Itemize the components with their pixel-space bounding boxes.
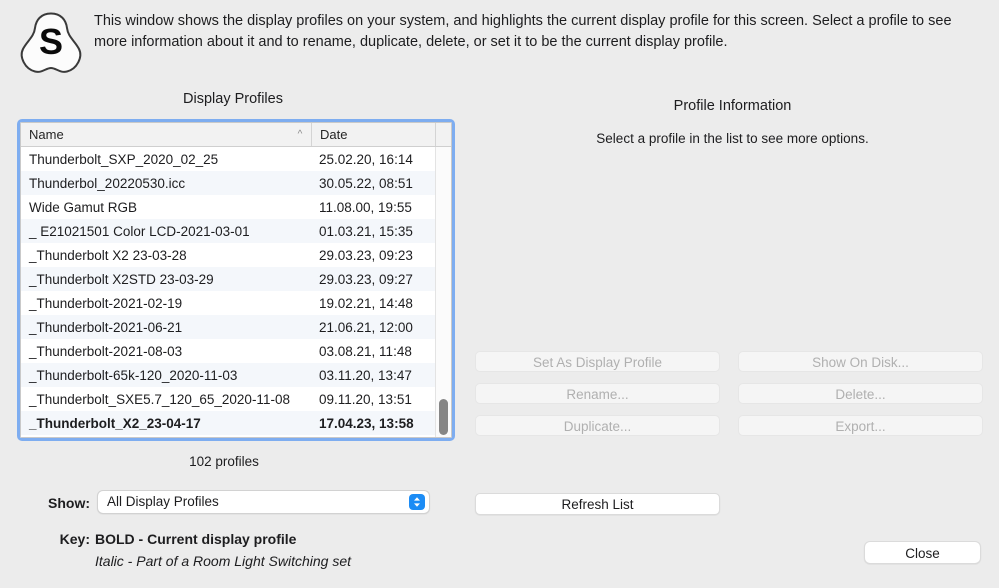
profile-date-cell: 29.03.23, 09:27 [319,271,413,287]
app-icon: S [17,11,85,77]
profile-name-cell: _Thunderbolt X2STD 23-03-29 [29,271,214,287]
scrollbar-thumb[interactable] [439,399,448,435]
table-row[interactable]: _Thunderbolt-2021-02-19 19.02.21, 14:48 [21,291,451,315]
profile-name-cell: _Thunderbolt X2 23-03-28 [29,247,187,263]
refresh-list-button[interactable]: Refresh List [475,493,720,515]
profile-name-cell: _Thunderbolt_SXE5.7_120_65_2020-11-08 [29,391,290,407]
profile-date-cell: 01.03.21, 15:35 [319,223,413,239]
profile-info-empty-message: Select a profile in the list to see more… [596,131,869,146]
profile-name-cell: _Thunderbolt-2021-08-03 [29,343,183,359]
show-label: Show: [48,495,90,511]
profile-date-cell: 03.11.20, 13:47 [319,367,412,383]
table-row[interactable]: _Thunderbolt X2 23-03-28 29.03.23, 09:23 [21,243,451,267]
table-header-row: Name ^ Date [21,123,451,147]
profile-date-cell: 19.02.21, 14:48 [319,295,413,311]
profile-name-cell: _Thunderbolt-65k-120_2020-11-03 [29,367,238,383]
profile-date-cell: 25.02.20, 16:14 [319,151,413,167]
vertical-scrollbar[interactable] [435,147,451,437]
key-label: Key: [59,531,90,547]
table-body[interactable]: Thunderbolt_SXP_2020_02_25 25.02.20, 16:1… [21,147,451,437]
delete-button: Delete... [738,383,983,404]
column-header-name-label: Name [29,127,64,142]
profile-date-cell: 03.08.21, 11:48 [319,343,412,359]
table-row[interactable]: _Thunderbolt-65k-120_2020-11-03 03.11.20,… [21,363,451,387]
chevron-up-down-icon [409,494,425,510]
profile-date-cell: 21.06.21, 12:00 [319,319,413,335]
export-button: Export... [738,415,983,436]
column-header-date-label: Date [320,127,348,142]
table-row[interactable]: _ E21021501 Color LCD-2021-03-01 01.03.21… [21,219,451,243]
profile-name-cell: Wide Gamut RGB [29,199,138,215]
table-row[interactable]: _Thunderbolt-2021-06-21 21.06.21, 12:00 [21,315,451,339]
display-profiles-table[interactable]: Name ^ Date Thunderbolt_SXP_2020_02_25 25… [17,119,455,441]
set-as-display-profile-button: Set As Display Profile [475,351,720,372]
profile-name-cell: _Thunderbolt-2021-02-19 [29,295,183,311]
show-filter-value: All Display Profiles [107,494,219,509]
show-on-disk-button: Show On Disk... [738,351,983,372]
profile-name-cell: Thunderbolt_SXP_2020_02_25 [29,151,219,167]
svg-text:S: S [39,21,63,62]
profile-date-cell: 30.05.22, 08:51 [319,175,413,191]
profile-date-cell: 09.11.20, 13:51 [319,391,412,407]
key-bold-description: BOLD - Current display profile [95,531,297,547]
table-row[interactable]: Wide Gamut RGB 11.08.00, 19:55 [21,195,451,219]
column-header-date[interactable]: Date [311,123,435,146]
profile-date-cell: 11.08.00, 19:55 [319,199,412,215]
profile-name-cell: _Thunderbolt_X2_23-04-17 [29,415,201,431]
table-row[interactable]: _Thunderbolt X2STD 23-03-29 29.03.23, 09:… [21,267,451,291]
close-button[interactable]: Close [864,541,981,564]
profile-action-buttons: Set As Display Profile Show On Disk... Ren… [475,351,983,436]
profile-date-cell: 29.03.23, 09:23 [319,247,413,263]
table-inner: Name ^ Date Thunderbolt_SXP_2020_02_25 25… [20,122,452,438]
chevron-up-icon: ^ [297,129,303,140]
table-row[interactable]: _Thunderbolt_X2_23-04-17 17.04.23, 13:58 [21,411,451,435]
table-row[interactable]: _Thunderbolt_SXE5.7_120_65_2020-11-08 09.… [21,387,451,411]
profile-information-title: Profile Information [673,98,792,114]
rename-button: Rename... [475,383,720,404]
table-row[interactable]: _Thunderbolt-2021-08-03 03.08.21, 11:48 [21,339,451,363]
window-description: This window shows the display profiles o… [94,13,952,50]
profile-date-cell: 17.04.23, 13:58 [319,415,414,431]
profile-name-cell: Thunderbol_20220530.icc [29,175,186,191]
profile-name-cell: _Thunderbolt-2021-06-21 [29,319,183,335]
column-header-gutter [435,123,451,146]
profile-name-cell: _ E21021501 Color LCD-2021-03-01 [29,223,250,239]
table-row[interactable]: Thunderbol_20220530.icc 30.05.22, 08:51 [21,171,451,195]
show-filter-select[interactable]: All Display Profiles [97,490,430,514]
duplicate-button: Duplicate... [475,415,720,436]
table-row[interactable]: Thunderbolt_SXP_2020_02_25 25.02.20, 16:1… [21,147,451,171]
column-header-name[interactable]: Name ^ [21,123,311,146]
key-italic-description: Italic - Part of a Room Light Switching … [95,553,351,569]
profile-count: 102 profiles [189,454,259,469]
display-profiles-title: Display Profiles [183,91,283,107]
window-header: S This window shows the display profiles… [0,0,999,86]
